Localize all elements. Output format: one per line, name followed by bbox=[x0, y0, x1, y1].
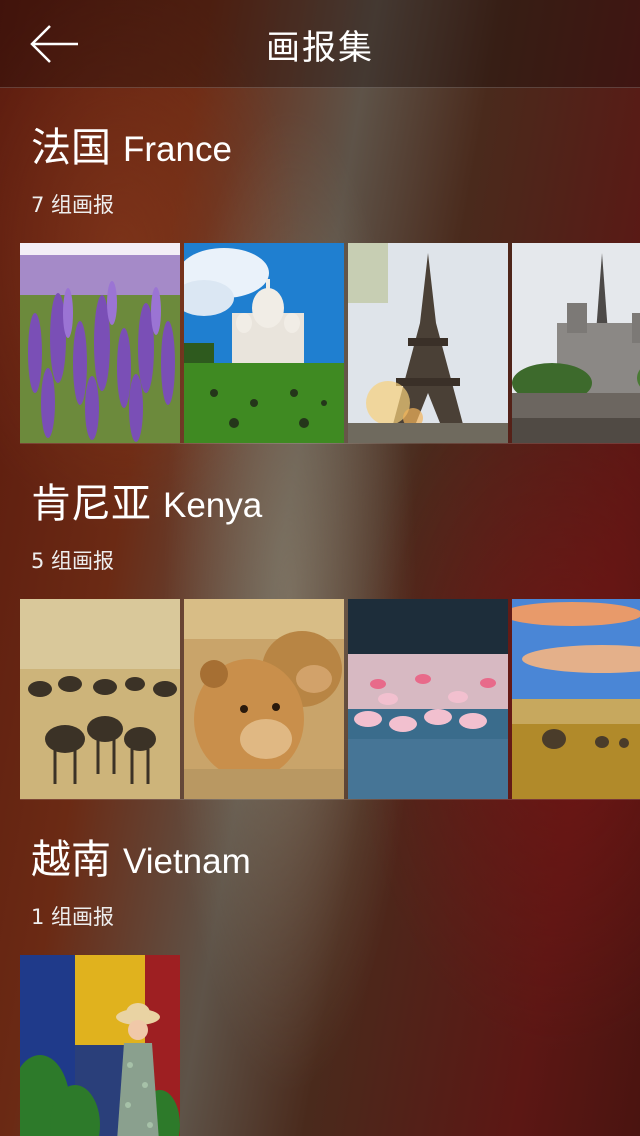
thumb-woman-with-hat[interactable] bbox=[20, 955, 180, 1136]
divider bbox=[20, 443, 640, 444]
thumbnail-row bbox=[20, 955, 640, 1136]
thumbnail-row bbox=[20, 599, 640, 799]
thumb-lionesses[interactable] bbox=[184, 599, 344, 799]
section-kenya: 肯尼亚 Kenya 5 组画报 bbox=[0, 471, 640, 801]
section-title-en: France bbox=[123, 130, 232, 169]
thumb-lavender-field[interactable] bbox=[20, 243, 180, 443]
divider bbox=[20, 799, 640, 800]
section-title-cn: 肯尼亚 bbox=[31, 481, 151, 527]
thumb-flamingos[interactable] bbox=[348, 599, 508, 799]
section-title: 越南 Vietnam bbox=[31, 827, 251, 885]
album-count: 1 组画报 bbox=[31, 905, 115, 929]
thumb-sacre-coeur[interactable] bbox=[184, 243, 344, 443]
section-vietnam: 越南 Vietnam 1 组画报 bbox=[0, 827, 640, 1136]
thumb-elephants-savanna[interactable] bbox=[512, 599, 640, 799]
section-title-cn: 法国 bbox=[31, 125, 111, 171]
section-title-en: Kenya bbox=[163, 486, 263, 525]
section-title: 肯尼亚 Kenya bbox=[31, 471, 262, 529]
section-title-cn: 越南 bbox=[31, 837, 111, 883]
top-bar: 画报集 bbox=[0, 0, 640, 88]
section-france: 法国 France 7 组画报 bbox=[0, 115, 640, 445]
thumb-eiffel-tower[interactable] bbox=[348, 243, 508, 443]
thumb-notre-dame[interactable] bbox=[512, 243, 640, 443]
album-count: 5 组画报 bbox=[31, 549, 115, 573]
thumb-wildebeest-herd[interactable] bbox=[20, 599, 180, 799]
thumbnail-row bbox=[20, 243, 640, 443]
section-title: 法国 France bbox=[31, 115, 232, 173]
page-title: 画报集 bbox=[266, 28, 374, 68]
section-title-en: Vietnam bbox=[123, 842, 251, 881]
album-count: 7 组画报 bbox=[31, 193, 115, 217]
